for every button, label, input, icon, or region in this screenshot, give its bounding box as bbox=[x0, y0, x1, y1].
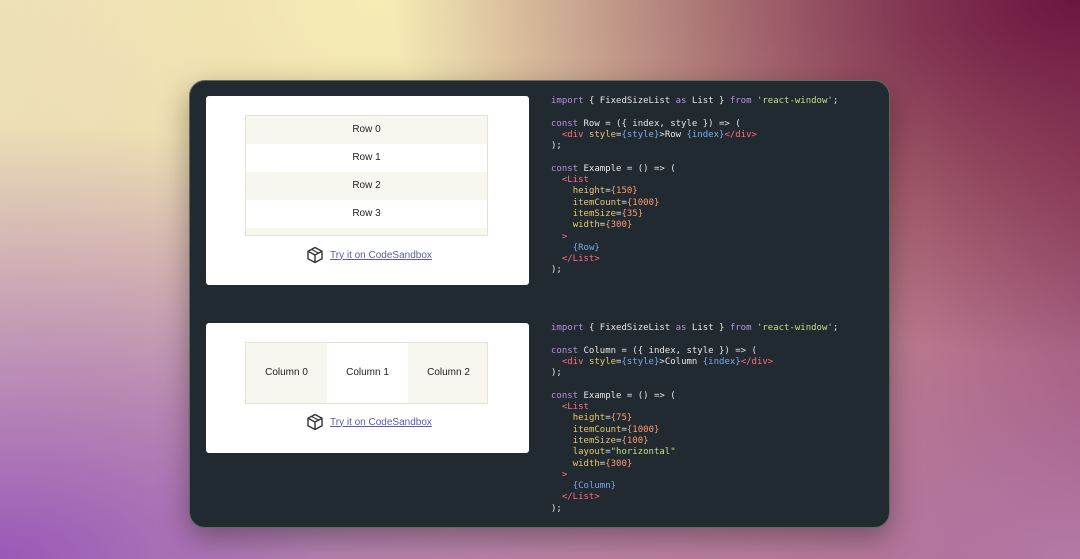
code-token: width bbox=[572, 458, 600, 469]
code-token: from bbox=[729, 323, 752, 333]
code-token: itemCount bbox=[572, 197, 622, 208]
code-block-horizontal: import { FixedSizeList as List } from 'r… bbox=[551, 323, 839, 514]
code-token: {150} bbox=[610, 186, 638, 197]
code-token: height bbox=[572, 413, 606, 424]
code-token: {75} bbox=[610, 413, 633, 424]
code-token: </div> bbox=[724, 129, 757, 140]
code-token: layout bbox=[572, 447, 606, 458]
code-token: { FixedSizeList bbox=[588, 323, 671, 333]
code-token: ; bbox=[832, 96, 839, 106]
code-token: from bbox=[729, 96, 752, 106]
code-token: </List> bbox=[561, 254, 600, 265]
code-token: const bbox=[551, 163, 579, 174]
code-token: width bbox=[572, 220, 600, 231]
code-token: >Row bbox=[659, 129, 687, 140]
list-column: Column 2 bbox=[408, 343, 487, 403]
code-token: ; bbox=[832, 323, 839, 333]
horizontal-list-demo: Column 0 Column 1 Column 2 Try it on Cod… bbox=[206, 323, 529, 453]
code-token: Example = () => ( bbox=[583, 390, 676, 401]
code-token: {300} bbox=[605, 220, 633, 231]
code-token: {1000} bbox=[626, 424, 660, 435]
code-token: "horizontal" bbox=[610, 447, 676, 458]
code-token: height bbox=[572, 186, 606, 197]
code-token: itemCount bbox=[572, 424, 622, 435]
codesandbox-cube-icon bbox=[306, 246, 324, 264]
list-column: Column 0 bbox=[246, 343, 327, 403]
code-token: ); bbox=[551, 265, 562, 276]
code-example-window: Row 0 Row 1 Row 2 Row 3 Try it on CodeSa… bbox=[189, 80, 890, 528]
virtual-list-horizontal[interactable]: Column 0 Column 1 Column 2 bbox=[245, 342, 488, 404]
code-token: > bbox=[561, 469, 568, 480]
code-token: {35} bbox=[621, 208, 644, 219]
code-token: ); bbox=[551, 368, 562, 379]
list-row: Row 3 bbox=[246, 200, 487, 228]
code-token: import bbox=[551, 96, 584, 106]
code-token: {style} bbox=[621, 129, 660, 140]
list-row: Row 1 bbox=[246, 144, 487, 172]
try-codesandbox-link[interactable]: Try it on CodeSandbox bbox=[330, 250, 432, 261]
code-token: List } bbox=[691, 323, 725, 333]
code-token: ); bbox=[551, 503, 562, 514]
code-token: <div bbox=[561, 129, 584, 140]
code-token: {index} bbox=[702, 356, 741, 367]
code-token: Example = () => ( bbox=[583, 163, 676, 174]
virtual-list-vertical[interactable]: Row 0 Row 1 Row 2 Row 3 bbox=[245, 115, 488, 236]
list-row: Row 0 bbox=[246, 116, 487, 144]
code-token: itemSize bbox=[572, 208, 617, 219]
try-codesandbox-link[interactable]: Try it on CodeSandbox bbox=[330, 417, 432, 428]
code-token: const bbox=[551, 345, 579, 356]
code-token: {1000} bbox=[626, 197, 660, 208]
code-token: as bbox=[675, 96, 687, 106]
code-token: </List> bbox=[561, 492, 600, 503]
code-token: Column = ({ index, style }) => ( bbox=[583, 345, 757, 356]
code-token: style bbox=[588, 356, 617, 367]
code-token: 'react-window' bbox=[756, 323, 833, 333]
code-token: List } bbox=[691, 96, 725, 106]
code-token: Row = ({ index, style }) => ( bbox=[583, 118, 741, 129]
codesandbox-cube-icon bbox=[306, 413, 324, 431]
code-token: 'react-window' bbox=[756, 96, 833, 106]
codesandbox-link-row[interactable]: Try it on CodeSandbox bbox=[306, 413, 432, 431]
code-block-vertical: import { FixedSizeList as List } from 'r… bbox=[551, 96, 839, 276]
code-token: { FixedSizeList bbox=[588, 96, 671, 106]
code-token: > bbox=[561, 231, 568, 242]
code-token: ); bbox=[551, 141, 562, 152]
code-token: <div bbox=[561, 356, 584, 367]
code-token: import bbox=[551, 323, 584, 333]
list-column: Column 1 bbox=[327, 343, 408, 403]
code-token: >Column bbox=[659, 356, 703, 367]
list-row: Row 2 bbox=[246, 172, 487, 200]
code-token: {style} bbox=[621, 356, 660, 367]
code-token: const bbox=[551, 390, 579, 401]
vertical-list-demo: Row 0 Row 1 Row 2 Row 3 Try it on CodeSa… bbox=[206, 96, 529, 285]
code-token: as bbox=[675, 323, 687, 333]
code-token: {300} bbox=[605, 458, 633, 469]
code-token: {100} bbox=[621, 435, 649, 446]
code-token: </div> bbox=[740, 356, 774, 367]
code-token: const bbox=[551, 118, 579, 129]
code-token: <List bbox=[561, 175, 589, 186]
code-token: {Column} bbox=[572, 481, 617, 492]
code-token: style bbox=[588, 129, 617, 140]
code-token: <List bbox=[561, 402, 589, 413]
code-token: {Row} bbox=[572, 242, 600, 253]
list-row-partial bbox=[246, 228, 487, 235]
code-token: itemSize bbox=[572, 435, 617, 446]
codesandbox-link-row[interactable]: Try it on CodeSandbox bbox=[306, 246, 432, 264]
code-token: {index} bbox=[686, 129, 725, 140]
